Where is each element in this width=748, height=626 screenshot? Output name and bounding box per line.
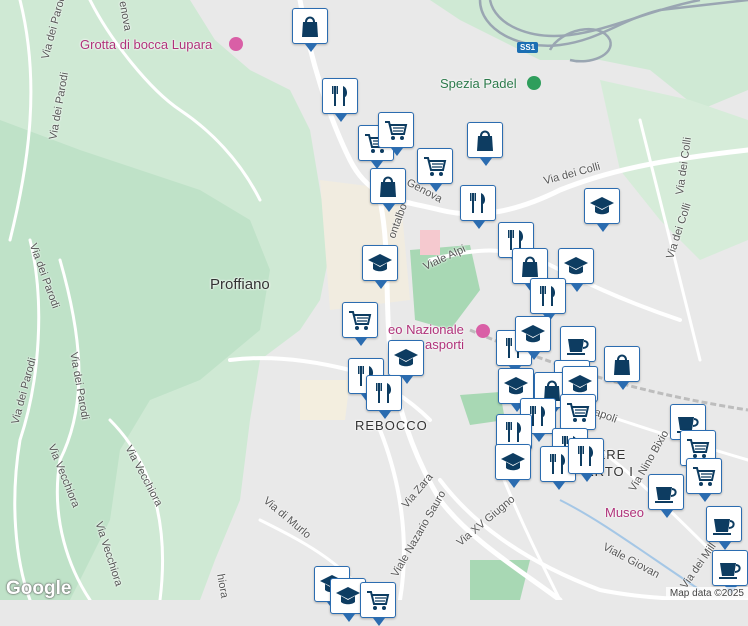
- school-marker[interactable]: [362, 245, 398, 289]
- cafe-marker[interactable]: [648, 474, 684, 518]
- restaurant-marker[interactable]: [322, 78, 358, 122]
- school-icon: [392, 344, 420, 372]
- cafe-marker[interactable]: [712, 550, 748, 594]
- museo-poi-icon[interactable]: [476, 324, 490, 338]
- restaurant-icon: [500, 418, 528, 446]
- school-marker[interactable]: [515, 316, 551, 360]
- school-icon: [502, 372, 530, 400]
- park-area-3: [470, 560, 530, 600]
- shopping-bag-icon: [516, 252, 544, 280]
- grocery-icon: [421, 152, 449, 180]
- urban-area-3: [420, 230, 440, 255]
- grocery-icon: [690, 462, 718, 490]
- grotta-label[interactable]: Grotta di bocca Lupara: [80, 37, 212, 52]
- restaurant-icon: [534, 282, 562, 310]
- cafe-icon: [564, 330, 592, 358]
- cafe-marker[interactable]: [560, 326, 596, 370]
- cafe-marker[interactable]: [706, 506, 742, 550]
- grocery-icon: [364, 586, 392, 614]
- museo-trasporti-label-2[interactable]: asporti: [425, 337, 464, 352]
- grocery-marker[interactable]: [417, 148, 453, 192]
- school-icon: [588, 192, 616, 220]
- restaurant-icon: [464, 189, 492, 217]
- school-icon: [334, 582, 362, 610]
- shopping-bag-marker[interactable]: [292, 8, 328, 52]
- school-icon: [366, 249, 394, 277]
- grocery-marker[interactable]: [686, 458, 722, 502]
- shopping-bag-marker[interactable]: [467, 122, 503, 166]
- urban-area-2: [300, 380, 350, 420]
- grocery-marker[interactable]: [342, 302, 378, 346]
- school-marker[interactable]: [584, 188, 620, 232]
- proffiano-label: Proffiano: [210, 276, 270, 293]
- shopping-bag-marker[interactable]: [604, 346, 640, 390]
- google-logo: Google: [6, 578, 72, 599]
- shopping-bag-icon: [608, 350, 636, 378]
- museo-trasporti-label-1[interactable]: eo Nazionale: [388, 322, 464, 337]
- school-icon: [499, 448, 527, 476]
- restaurant-icon: [370, 379, 398, 407]
- school-icon: [562, 252, 590, 280]
- grotta-poi-icon[interactable]: [229, 37, 243, 51]
- museo-label-2[interactable]: Museo: [605, 505, 644, 520]
- padel-label[interactable]: Spezia Padel: [440, 76, 517, 91]
- cafe-icon: [716, 554, 744, 582]
- grocery-marker[interactable]: [378, 112, 414, 156]
- grocery-marker[interactable]: [560, 394, 596, 438]
- restaurant-marker[interactable]: [568, 438, 604, 482]
- grocery-marker[interactable]: [360, 582, 396, 626]
- shopping-bag-icon: [374, 172, 402, 200]
- shopping-bag-icon: [471, 126, 499, 154]
- padel-poi-icon[interactable]: [527, 76, 541, 90]
- shopping-bag-icon: [296, 12, 324, 40]
- restaurant-marker[interactable]: [460, 185, 496, 229]
- restaurant-marker[interactable]: [366, 375, 402, 419]
- restaurant-icon: [326, 82, 354, 110]
- cafe-icon: [652, 478, 680, 506]
- grocery-icon: [564, 398, 592, 426]
- school-marker[interactable]: [495, 444, 531, 488]
- shopping-bag-marker[interactable]: [370, 168, 406, 212]
- school-icon: [519, 320, 547, 348]
- grocery-icon: [346, 306, 374, 334]
- restaurant-icon: [572, 442, 600, 470]
- ss1-route-shield: SS1: [517, 42, 539, 53]
- school-marker[interactable]: [388, 340, 424, 384]
- restaurant-marker[interactable]: [530, 278, 566, 322]
- map-data-attribution[interactable]: Map data ©2025: [665, 587, 748, 600]
- rebocco-label: REBOCCO: [355, 418, 428, 433]
- grocery-icon: [382, 116, 410, 144]
- cafe-icon: [710, 510, 738, 538]
